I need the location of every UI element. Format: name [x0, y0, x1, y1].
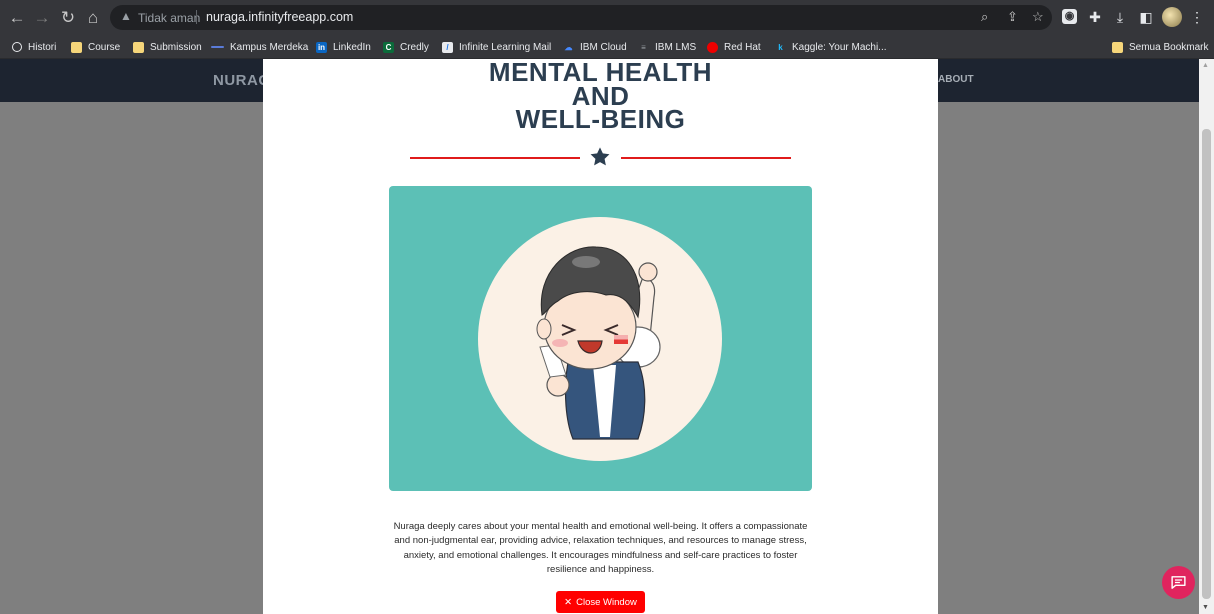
folder-icon [133, 41, 144, 53]
close-icon: ✕ [564, 596, 573, 608]
all-bookmarks[interactable]: Semua Bookmark [1112, 39, 1208, 55]
portrait-card [389, 186, 812, 491]
star-icon [590, 147, 610, 166]
puzzle-icon[interactable]: ✚ [1086, 8, 1104, 26]
bookmark-kampus-merdeka[interactable]: Kampus Merdeka [211, 39, 308, 55]
warning-icon[interactable]: ▲ [120, 9, 132, 23]
bookmark-label: Credly [400, 41, 429, 53]
bookmark-linkedin[interactable]: in LinkedIn [316, 39, 371, 55]
reload-button[interactable]: ↻ [58, 8, 78, 28]
bookmark-ibm-cloud[interactable]: ☁ IBM Cloud [563, 39, 627, 55]
bookmark-course[interactable]: Course [71, 39, 120, 55]
bookmark-ibm-lms[interactable]: ≡ IBM LMS [638, 39, 696, 55]
modal-description: Nuraga deeply cares about your mental he… [393, 521, 808, 575]
mascot-illustration [536, 246, 661, 440]
chat-button[interactable] [1162, 566, 1195, 599]
page-scrollbar[interactable]: ▲ ▼ [1199, 59, 1214, 614]
folder-icon [1112, 41, 1123, 53]
linkedin-icon: in [316, 41, 327, 53]
bookmark-label: Histori [28, 41, 57, 53]
title-line-3: WELL-BEING [515, 104, 686, 134]
zoom-icon[interactable]: ⌕ [981, 9, 988, 25]
scroll-up-arrow-icon[interactable]: ▲ [1202, 62, 1209, 69]
back-button[interactable]: ← [7, 8, 27, 28]
all-bookmarks-label: Semua Bookmark [1129, 41, 1209, 53]
bookmark-label: Course [88, 41, 121, 53]
modal-title: MENTAL HEALTH AND WELL-BEING [263, 59, 938, 134]
bookmark-credly[interactable]: C Credly [383, 39, 429, 55]
forward-button[interactable]: → [32, 8, 52, 28]
ibm-lms-icon: ≡ [641, 42, 646, 52]
infinite-learning-icon: / [442, 41, 453, 53]
extension-icon[interactable]: ◉ [1062, 9, 1077, 24]
bookmark-infinite-learning-mail[interactable]: / Infinite Learning Mail [442, 39, 551, 55]
profile-avatar[interactable] [1162, 7, 1182, 27]
red-hat-icon [707, 41, 718, 53]
close-window-button[interactable]: ✕ Close Window [556, 591, 645, 613]
kaggle-icon: k [778, 42, 783, 52]
bookmark-label: Submission [150, 41, 202, 53]
divider-left [410, 157, 580, 159]
security-status[interactable]: Tidak aman [138, 11, 200, 25]
bookmark-red-hat[interactable]: Red Hat [707, 39, 761, 55]
kampus-merdeka-icon [211, 46, 224, 48]
bookmark-submission[interactable]: Submission [133, 39, 202, 55]
bookmark-label: IBM Cloud [580, 41, 627, 53]
scroll-down-arrow-icon[interactable]: ▼ [1202, 604, 1209, 611]
bookmark-label: IBM LMS [655, 41, 697, 53]
nav-about-link[interactable]: ABOUT [938, 74, 974, 85]
bookmark-history[interactable]: Histori [12, 39, 56, 55]
ibm-cloud-icon: ☁ [564, 42, 573, 52]
url-text[interactable]: nuraga.infinityfreeapp.com [206, 10, 353, 24]
home-button[interactable]: ⌂ [83, 8, 103, 28]
scroll-thumb[interactable] [1202, 129, 1211, 599]
bookmark-label: Infinite Learning Mail [459, 41, 552, 53]
credly-icon: C [383, 41, 394, 53]
divider-right [621, 157, 791, 159]
site-brand[interactable]: NURAG [213, 72, 271, 89]
bookmark-label: LinkedIn [333, 41, 371, 53]
history-icon [12, 42, 22, 52]
side-panel-icon[interactable]: ◧ [1137, 8, 1155, 26]
bookmark-kaggle[interactable]: k Kaggle: Your Machi... [775, 39, 887, 55]
close-window-label: Close Window [576, 596, 637, 608]
bookmark-label: Kampus Merdeka [230, 41, 309, 53]
bookmark-label: Kaggle: Your Machi... [792, 41, 887, 53]
browser-toolbar: ← → ↻ ⌂ ▲ Tidak aman nuraga.infinityfree… [0, 0, 1214, 35]
mental-health-modal: MENTAL HEALTH AND WELL-BEING Nuraga deep… [263, 59, 938, 614]
bookmark-label: Red Hat [724, 41, 761, 53]
chat-icon [1171, 576, 1186, 589]
bookmarks-bar: Histori Course Submission Kampus Merdeka… [0, 35, 1214, 59]
portrait-frame [478, 217, 722, 461]
bookmark-star-icon[interactable]: ☆ [1032, 9, 1044, 25]
share-icon[interactable]: ⇪ [1007, 9, 1018, 25]
folder-icon [71, 41, 82, 53]
address-separator [196, 10, 197, 24]
menu-icon[interactable]: ⋮ [1188, 8, 1206, 26]
address-bar[interactable]: ▲ Tidak aman nuraga.infinityfreeapp.com … [110, 5, 1052, 30]
download-icon[interactable]: ⤓ [1111, 8, 1129, 26]
